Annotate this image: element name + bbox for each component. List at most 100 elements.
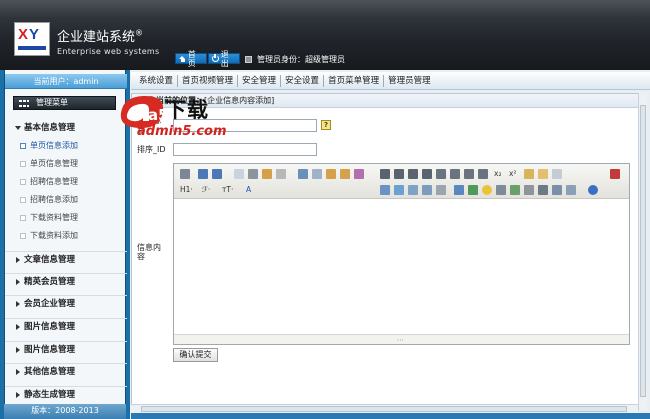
sidebar-item-label: 下载资料添加 — [30, 231, 78, 240]
table-insert-icon[interactable] — [454, 185, 464, 195]
align-left-icon[interactable] — [380, 169, 390, 179]
font-color-icon[interactable]: A — [246, 185, 251, 195]
help-icon[interactable]: ? — [321, 120, 331, 130]
power-icon — [212, 54, 219, 62]
resize-icon: ⋯ — [397, 336, 404, 344]
sidebar-item-recruit-manage[interactable]: 招聘信息管理 — [19, 176, 78, 188]
sidebar-item-single-page-manage[interactable]: 单页信息管理 — [19, 158, 78, 170]
special-char-icon[interactable] — [496, 185, 506, 195]
sidebar-item-download-manage[interactable]: 下载资料管理 — [19, 212, 78, 224]
sidebar-category-static-gen[interactable]: 静态生成管理 — [5, 386, 127, 402]
ordered-list-icon[interactable] — [436, 169, 446, 179]
preview-icon[interactable] — [234, 169, 244, 179]
subscript-icon[interactable]: x₂ — [494, 169, 501, 179]
sidebar-category-articles[interactable]: 文章信息管理 — [5, 251, 127, 267]
sidebar-category-images-2[interactable]: 图片信息管理 — [5, 341, 127, 357]
triangle-down-icon — [15, 126, 21, 130]
paste-icon[interactable] — [326, 169, 336, 179]
admin-identity: 管理员身份：超级管理员 — [257, 55, 345, 64]
horizontal-rule-icon[interactable] — [468, 185, 478, 195]
align-justify-icon[interactable] — [422, 169, 432, 179]
tab-system-settings[interactable]: 系统设置 — [135, 74, 179, 87]
sidebar-category-elite-members[interactable]: 精英会员管理 — [5, 273, 127, 289]
logout-button[interactable]: 退出 — [208, 50, 240, 68]
tab-admin-manage[interactable]: 管理员管理 — [384, 75, 435, 87]
sidebar-item-download-add[interactable]: 下载资料添加 — [19, 230, 78, 242]
outdent-icon[interactable] — [478, 169, 488, 179]
watermark-url: admin5.com — [137, 124, 227, 139]
header: X Y 企业建站系统® Enterprise web systems 首页 退出… — [0, 0, 650, 70]
source-icon[interactable] — [180, 169, 190, 179]
triangle-right-icon — [16, 392, 20, 398]
triangle-right-icon — [16, 257, 20, 263]
square-bullet-icon — [20, 179, 26, 185]
editor-content-area[interactable] — [174, 200, 629, 335]
about-icon[interactable] — [588, 185, 598, 195]
sidebar-category-member-companies[interactable]: 会员企业管理 — [5, 295, 127, 311]
paste-text-icon[interactable] — [340, 169, 350, 179]
horizontal-scroll-thumb[interactable] — [141, 406, 627, 412]
template-icon[interactable] — [262, 169, 272, 179]
unlink-icon[interactable] — [566, 185, 576, 195]
page-break-icon[interactable] — [524, 185, 534, 195]
copy-icon[interactable] — [312, 169, 322, 179]
print-icon[interactable] — [248, 169, 258, 179]
horizontal-scrollbar[interactable] — [131, 404, 638, 413]
unordered-list-icon[interactable] — [450, 169, 460, 179]
image-icon[interactable] — [380, 185, 390, 195]
video-icon[interactable] — [422, 185, 432, 195]
sidebar-panel: 当前用户：admin 管理菜单 基本信息管理 单页信息添加 单页信息管理 招聘信… — [4, 70, 127, 419]
align-center-icon[interactable] — [394, 169, 404, 179]
sidebar-category-basic-info[interactable]: 基本信息管理 — [5, 120, 127, 136]
sidebar-item-label: 单页信息添加 — [30, 141, 78, 150]
font-family-dropdown[interactable]: ℱ· — [202, 185, 210, 195]
vertical-scroll-thumb[interactable] — [640, 105, 646, 397]
logout-button-label: 退出 — [220, 49, 229, 68]
tab-home-video[interactable]: 首页视频管理 — [178, 74, 239, 87]
sidebar-category-label: 会员企业管理 — [24, 299, 76, 309]
submit-button[interactable]: 确认提交 — [173, 348, 218, 362]
superscript-icon[interactable]: x² — [509, 169, 516, 179]
menu-title[interactable]: 管理菜单 — [13, 96, 116, 110]
undo-icon[interactable] — [198, 169, 208, 179]
sidebar-item-recruit-add[interactable]: 招聘信息添加 — [19, 194, 78, 206]
rich-text-editor: x₂ x² H1· ℱ· тT· A ⋯ — [173, 163, 630, 345]
indent-icon[interactable] — [464, 169, 474, 179]
select-all-icon[interactable] — [538, 169, 548, 179]
sidebar-item-single-page-add[interactable]: 单页信息添加 — [19, 140, 78, 152]
tab-security-settings[interactable]: 安全设置 — [281, 74, 325, 87]
media-icon[interactable] — [408, 185, 418, 195]
sidebar-category-other[interactable]: 其他信息管理 — [5, 363, 127, 379]
logo-letter-x: X — [18, 26, 28, 43]
sidebar-item-label: 下载资料管理 — [30, 213, 78, 222]
cut-icon[interactable] — [298, 169, 308, 179]
sidebar-item-label: 单页信息管理 — [30, 159, 78, 168]
link-icon[interactable] — [552, 185, 562, 195]
tab-home-menu[interactable]: 首页菜单管理 — [324, 74, 385, 87]
heading-dropdown[interactable]: H1· — [180, 185, 193, 195]
code-icon[interactable] — [276, 169, 286, 179]
clear-format-icon[interactable] — [524, 169, 534, 179]
font-size-dropdown[interactable]: тT· — [222, 185, 233, 195]
emoticon-icon[interactable] — [482, 185, 492, 195]
attachment-icon[interactable] — [436, 185, 446, 195]
sidebar-category-label: 静态生成管理 — [24, 390, 76, 400]
sidebar-category-images-1[interactable]: 图片信息管理 — [5, 318, 127, 334]
paste-word-icon[interactable] — [354, 169, 364, 179]
pointer-icon[interactable] — [552, 169, 562, 179]
editor-resize-handle[interactable]: ⋯ — [174, 334, 629, 344]
header-sheen — [0, 0, 650, 18]
sort-id-input[interactable] — [173, 143, 317, 156]
fullscreen-icon[interactable] — [610, 169, 620, 179]
sidebar-item-label: 招聘信息管理 — [30, 177, 78, 186]
flash-icon[interactable] — [394, 185, 404, 195]
redo-icon[interactable] — [212, 169, 222, 179]
triangle-right-icon — [16, 279, 20, 285]
admin-square-icon — [245, 56, 252, 63]
tab-security-manage[interactable]: 安全管理 — [238, 74, 282, 87]
home-button[interactable]: 首页 — [175, 50, 207, 68]
image-manager-icon[interactable] — [510, 185, 520, 195]
align-right-icon[interactable] — [408, 169, 418, 179]
anchor-icon[interactable] — [538, 185, 548, 195]
vertical-scrollbar[interactable] — [638, 93, 647, 411]
